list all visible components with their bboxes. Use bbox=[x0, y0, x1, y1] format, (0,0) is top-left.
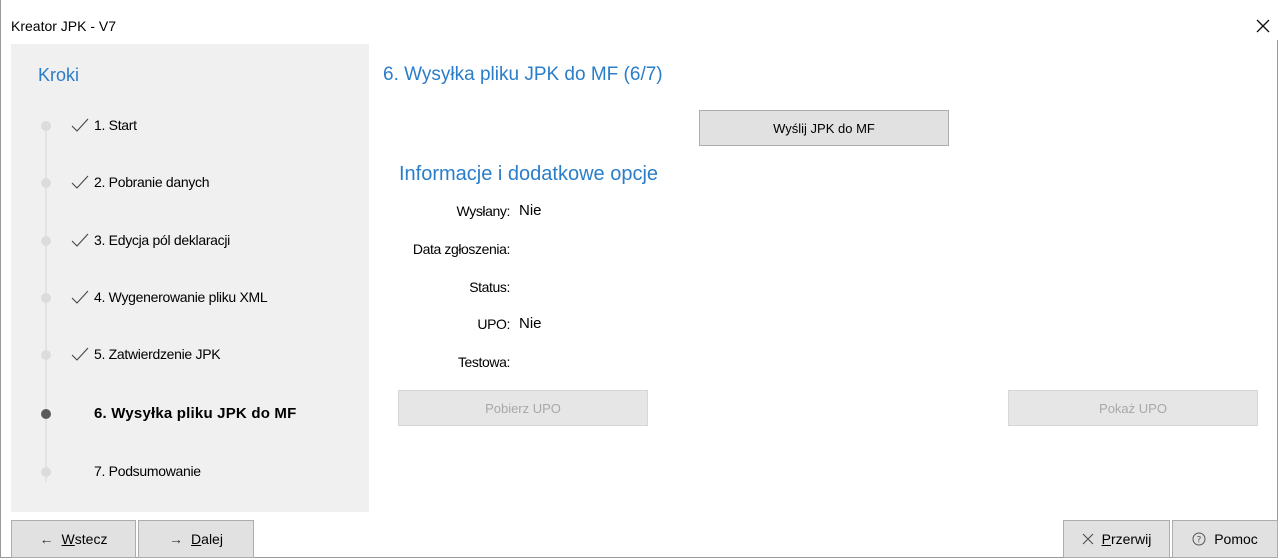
close-icon bbox=[1256, 19, 1270, 33]
send-jpk-button[interactable]: Wyślij JPK do MF bbox=[699, 110, 949, 146]
upo-value: Nie bbox=[519, 315, 542, 332]
window-title: Kreator JPK - V7 bbox=[11, 18, 117, 34]
step-item-7: 7. Podsumowanie bbox=[11, 457, 369, 487]
step-item-1: 1. Start bbox=[11, 111, 369, 141]
title-bar: Kreator JPK - V7 bbox=[1, 0, 1279, 40]
step-label: 1. Start bbox=[94, 117, 137, 133]
next-button[interactable]: → Dalej bbox=[138, 520, 254, 558]
step-dot-active bbox=[41, 409, 51, 419]
upo-label: UPO: bbox=[477, 316, 510, 332]
step-item-2: 2. Pobranie danych bbox=[11, 168, 369, 198]
x-icon bbox=[1082, 533, 1094, 545]
step-item-6: 6. Wysyłka pliku JPK do MF bbox=[11, 399, 369, 429]
step-item-4: 4. Wygenerowanie pliku XML bbox=[11, 283, 369, 313]
step-item-5: 5. Zatwierdzenie JPK bbox=[11, 340, 369, 370]
abort-button-label: Przerwij bbox=[1101, 531, 1152, 547]
close-button[interactable] bbox=[1249, 12, 1277, 40]
sidebar-title: Kroki bbox=[38, 65, 80, 85]
step-label-active: 6. Wysyłka pliku JPK do MF bbox=[94, 405, 297, 422]
step-label: 4. Wygenerowanie pliku XML bbox=[94, 289, 268, 305]
status-label: Status: bbox=[469, 279, 510, 295]
fetch-upo-button[interactable]: Pobierz UPO bbox=[398, 390, 648, 426]
step-label: 2. Pobranie danych bbox=[94, 174, 210, 190]
back-button-label: Wstecz bbox=[61, 531, 108, 547]
sent-label: Wysłany: bbox=[456, 203, 511, 219]
step-dot bbox=[41, 467, 51, 477]
checkmark-icon bbox=[71, 118, 89, 132]
help-button[interactable]: ? Pomoc bbox=[1172, 520, 1278, 558]
next-button-label: Dalej bbox=[191, 531, 223, 547]
arrow-left-icon: ← bbox=[39, 531, 54, 547]
sent-value: Nie bbox=[519, 202, 542, 219]
step-dot bbox=[41, 293, 51, 303]
step-item-3: 3. Edycja pól deklaracji bbox=[11, 226, 369, 256]
checkmark-icon bbox=[71, 233, 89, 247]
step-dot bbox=[41, 350, 51, 360]
info-section-title: Informacje i dodatkowe opcje bbox=[399, 163, 659, 185]
date-label: Data zgłoszenia: bbox=[412, 241, 511, 257]
step-label: 7. Podsumowanie bbox=[94, 463, 201, 479]
abort-button[interactable]: Przerwij bbox=[1063, 520, 1170, 558]
wizard-window: Kreator JPK - V7 Kroki 1. Start 2. Pobra… bbox=[0, 0, 1279, 558]
steps-sidebar: Kroki 1. Start 2. Pobranie danych 3. Edy… bbox=[11, 44, 369, 512]
checkmark-icon bbox=[71, 290, 89, 304]
question-circle-icon: ? bbox=[1192, 532, 1206, 546]
checkmark-icon bbox=[71, 347, 89, 361]
test-label: Testowa: bbox=[457, 354, 510, 370]
step-dot bbox=[41, 178, 51, 188]
step-label: 3. Edycja pól deklaracji bbox=[94, 232, 230, 248]
back-button[interactable]: ← Wstecz bbox=[11, 520, 136, 558]
help-button-label: Pomoc bbox=[1214, 531, 1258, 547]
svg-text:?: ? bbox=[1197, 536, 1202, 546]
checkmark-icon bbox=[71, 175, 89, 189]
step-dot bbox=[41, 236, 51, 246]
arrow-right-icon: → bbox=[169, 531, 184, 547]
step-dot bbox=[41, 121, 51, 131]
step-label: 5. Zatwierdzenie JPK bbox=[94, 346, 221, 362]
page-title: 6. Wysyłka pliku JPK do MF (6/7) bbox=[383, 64, 663, 85]
show-upo-button[interactable]: Pokaż UPO bbox=[1008, 390, 1258, 426]
